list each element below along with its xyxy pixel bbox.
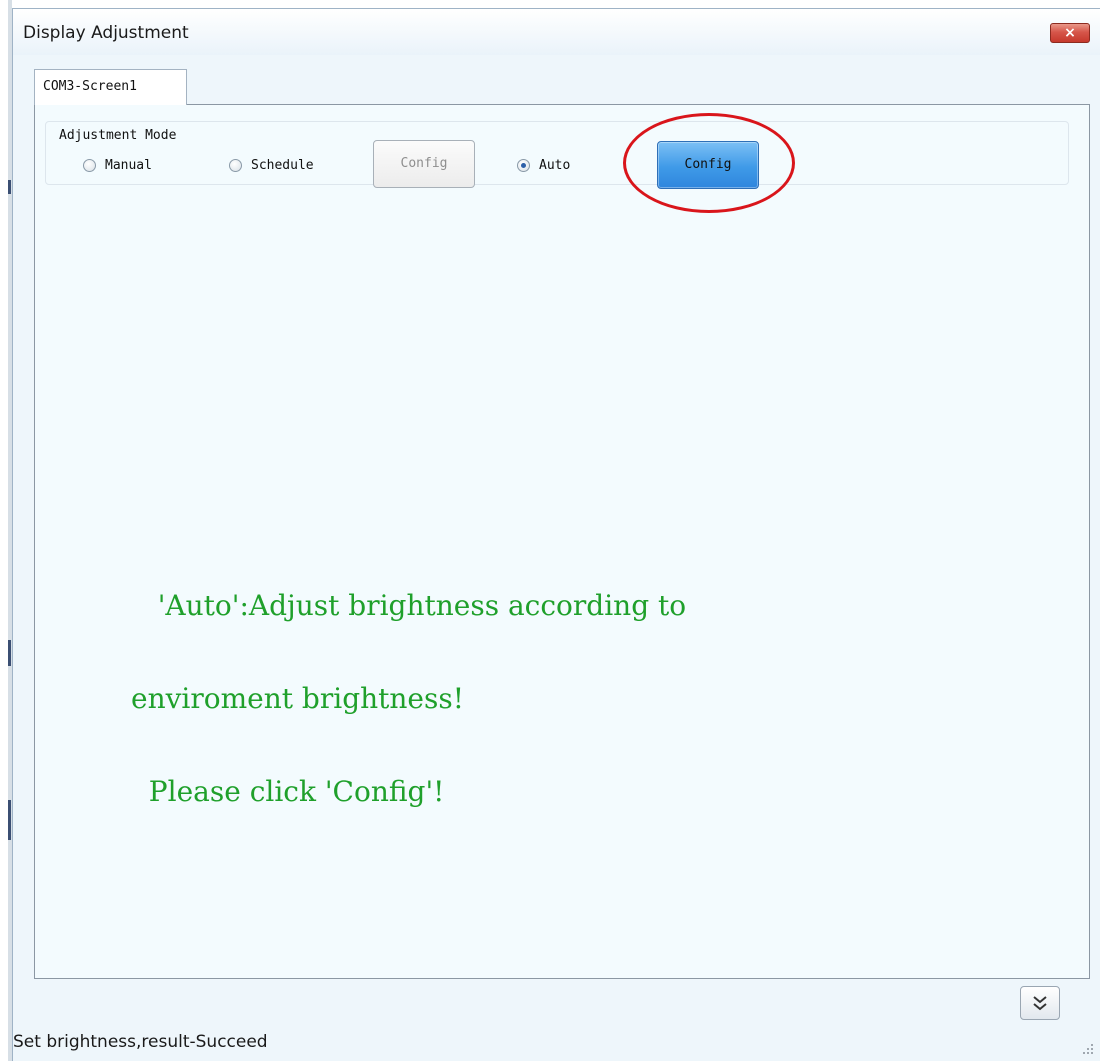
- radio-schedule-label: Schedule: [251, 157, 314, 173]
- radio-auto-label: Auto: [539, 157, 571, 173]
- hint-line: Please click 'Config'!: [131, 775, 445, 808]
- double-chevron-down-icon: [1033, 996, 1047, 1011]
- background-window-edge: [0, 0, 12, 1061]
- edge-mark: [8, 180, 11, 194]
- display-adjustment-window: Display Adjustment × COM3-Screen1 Adjust…: [12, 8, 1100, 1061]
- expand-button[interactable]: [1020, 986, 1060, 1020]
- radio-manual-label: Manual: [105, 157, 152, 173]
- radio-manual[interactable]: Manual: [83, 156, 152, 174]
- schedule-config-button[interactable]: Config: [373, 140, 475, 188]
- hint-line: enviroment brightness!: [131, 682, 464, 715]
- radio-schedule[interactable]: Schedule: [229, 156, 314, 174]
- title-bar[interactable]: Display Adjustment ×: [13, 9, 1100, 55]
- window-title: Display Adjustment: [23, 23, 189, 43]
- hint-line: 'Auto':Adjust brightness according to: [131, 589, 687, 622]
- group-title: Adjustment Mode: [56, 128, 180, 143]
- auto-config-button[interactable]: Config: [657, 141, 759, 189]
- tab-panel: Adjustment Mode Manual Schedule Config A…: [34, 104, 1090, 979]
- tab-label: COM3-Screen1: [43, 79, 137, 94]
- radio-auto-circle: [517, 158, 530, 172]
- auto-mode-hint: 'Auto':Adjust brightness according to en…: [131, 528, 686, 869]
- adjustment-mode-group: Adjustment Mode: [45, 121, 1069, 185]
- radio-schedule-circle: [229, 158, 242, 172]
- edge-mark: [8, 800, 11, 840]
- close-icon: ×: [1064, 25, 1076, 41]
- tab-com3-screen1[interactable]: COM3-Screen1: [34, 69, 187, 105]
- close-button[interactable]: ×: [1050, 23, 1090, 43]
- edge-mark: [8, 640, 11, 666]
- status-bar-text: Set brightness,result-Succeed: [13, 1032, 268, 1052]
- radio-auto[interactable]: Auto: [517, 156, 570, 174]
- radio-manual-circle: [83, 158, 96, 172]
- resize-grip-icon[interactable]: [1080, 1041, 1094, 1055]
